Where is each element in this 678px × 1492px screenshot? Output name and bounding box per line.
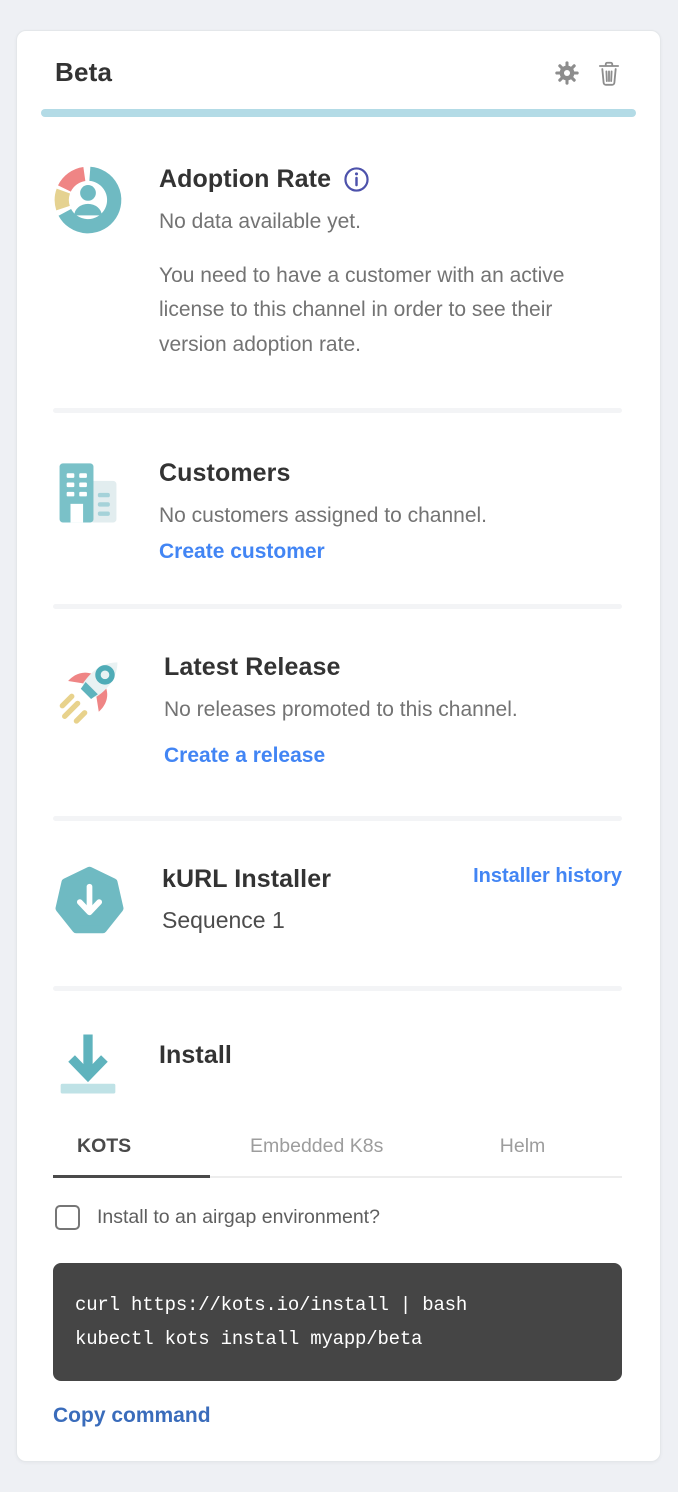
customers-content: Customers No customers assigned to chann… — [159, 459, 622, 564]
install-title: Install — [159, 1041, 622, 1070]
kurl-installer-content: kURL Installer Installer history Sequenc… — [162, 865, 622, 938]
header-actions — [553, 59, 622, 87]
heptagon-download-icon — [53, 865, 126, 938]
info-icon[interactable] — [343, 166, 370, 193]
channel-card: Beta — [16, 30, 661, 1462]
installer-sequence: Sequence 1 — [162, 907, 622, 934]
airgap-label: Install to an airgap environment? — [97, 1206, 380, 1229]
page-background: Beta — [0, 0, 678, 1492]
command-line-2: kubectl kots install myapp/beta — [75, 1322, 612, 1356]
adoption-help-text: You need to have a customer with an acti… — [159, 259, 622, 363]
release-empty-text: No releases promoted to this channel. — [164, 694, 622, 727]
adoption-rate-content: Adoption Rate No data available yet. You… — [159, 165, 622, 362]
adoption-empty-text: No data available yet. — [159, 206, 622, 239]
adoption-rate-title: Adoption Rate — [159, 165, 331, 194]
card-body: Adoption Rate No data available yet. You… — [17, 117, 660, 1428]
customers-title: Customers — [159, 459, 622, 488]
download-arrow-icon — [53, 1029, 123, 1099]
create-customer-link[interactable]: Create customer — [159, 540, 325, 564]
command-line-1: curl https://kots.io/install | bash — [75, 1288, 612, 1322]
customers-empty-text: No customers assigned to channel. — [159, 500, 622, 533]
adoption-rate-section: Adoption Rate No data available yet. You… — [53, 117, 622, 408]
install-tabs: KOTS Embedded K8s Helm — [53, 1125, 622, 1178]
latest-release-section: Latest Release No releases promoted to t… — [53, 609, 622, 816]
install-content: Install — [159, 1029, 622, 1099]
card-header: Beta — [17, 31, 660, 88]
kurl-installer-section: kURL Installer Installer history Sequenc… — [53, 821, 622, 986]
channel-accent-bar — [41, 109, 636, 117]
tab-embedded-k8s[interactable]: Embedded K8s — [210, 1125, 423, 1176]
tab-kots[interactable]: KOTS — [53, 1125, 210, 1178]
rocket-icon — [53, 653, 128, 768]
copy-command-link[interactable]: Copy command — [53, 1404, 211, 1428]
gear-icon[interactable] — [553, 59, 581, 87]
latest-release-title: Latest Release — [164, 653, 622, 682]
customers-section: Customers No customers assigned to chann… — [53, 413, 622, 604]
create-release-link[interactable]: Create a release — [164, 744, 325, 768]
channel-title: Beta — [55, 57, 112, 88]
kurl-installer-title: kURL Installer — [162, 865, 331, 894]
airgap-row: Install to an airgap environment? — [53, 1205, 622, 1230]
airgap-checkbox[interactable] — [55, 1205, 80, 1230]
latest-release-content: Latest Release No releases promoted to t… — [164, 653, 622, 768]
installer-history-link[interactable]: Installer history — [473, 865, 622, 888]
install-section: Install — [53, 991, 622, 1099]
tab-helm[interactable]: Helm — [423, 1125, 622, 1176]
install-command-codeblock: curl https://kots.io/install | bashkubec… — [53, 1263, 622, 1381]
buildings-icon — [53, 459, 123, 564]
trash-icon[interactable] — [596, 59, 622, 87]
donut-user-chart-icon — [53, 165, 123, 362]
